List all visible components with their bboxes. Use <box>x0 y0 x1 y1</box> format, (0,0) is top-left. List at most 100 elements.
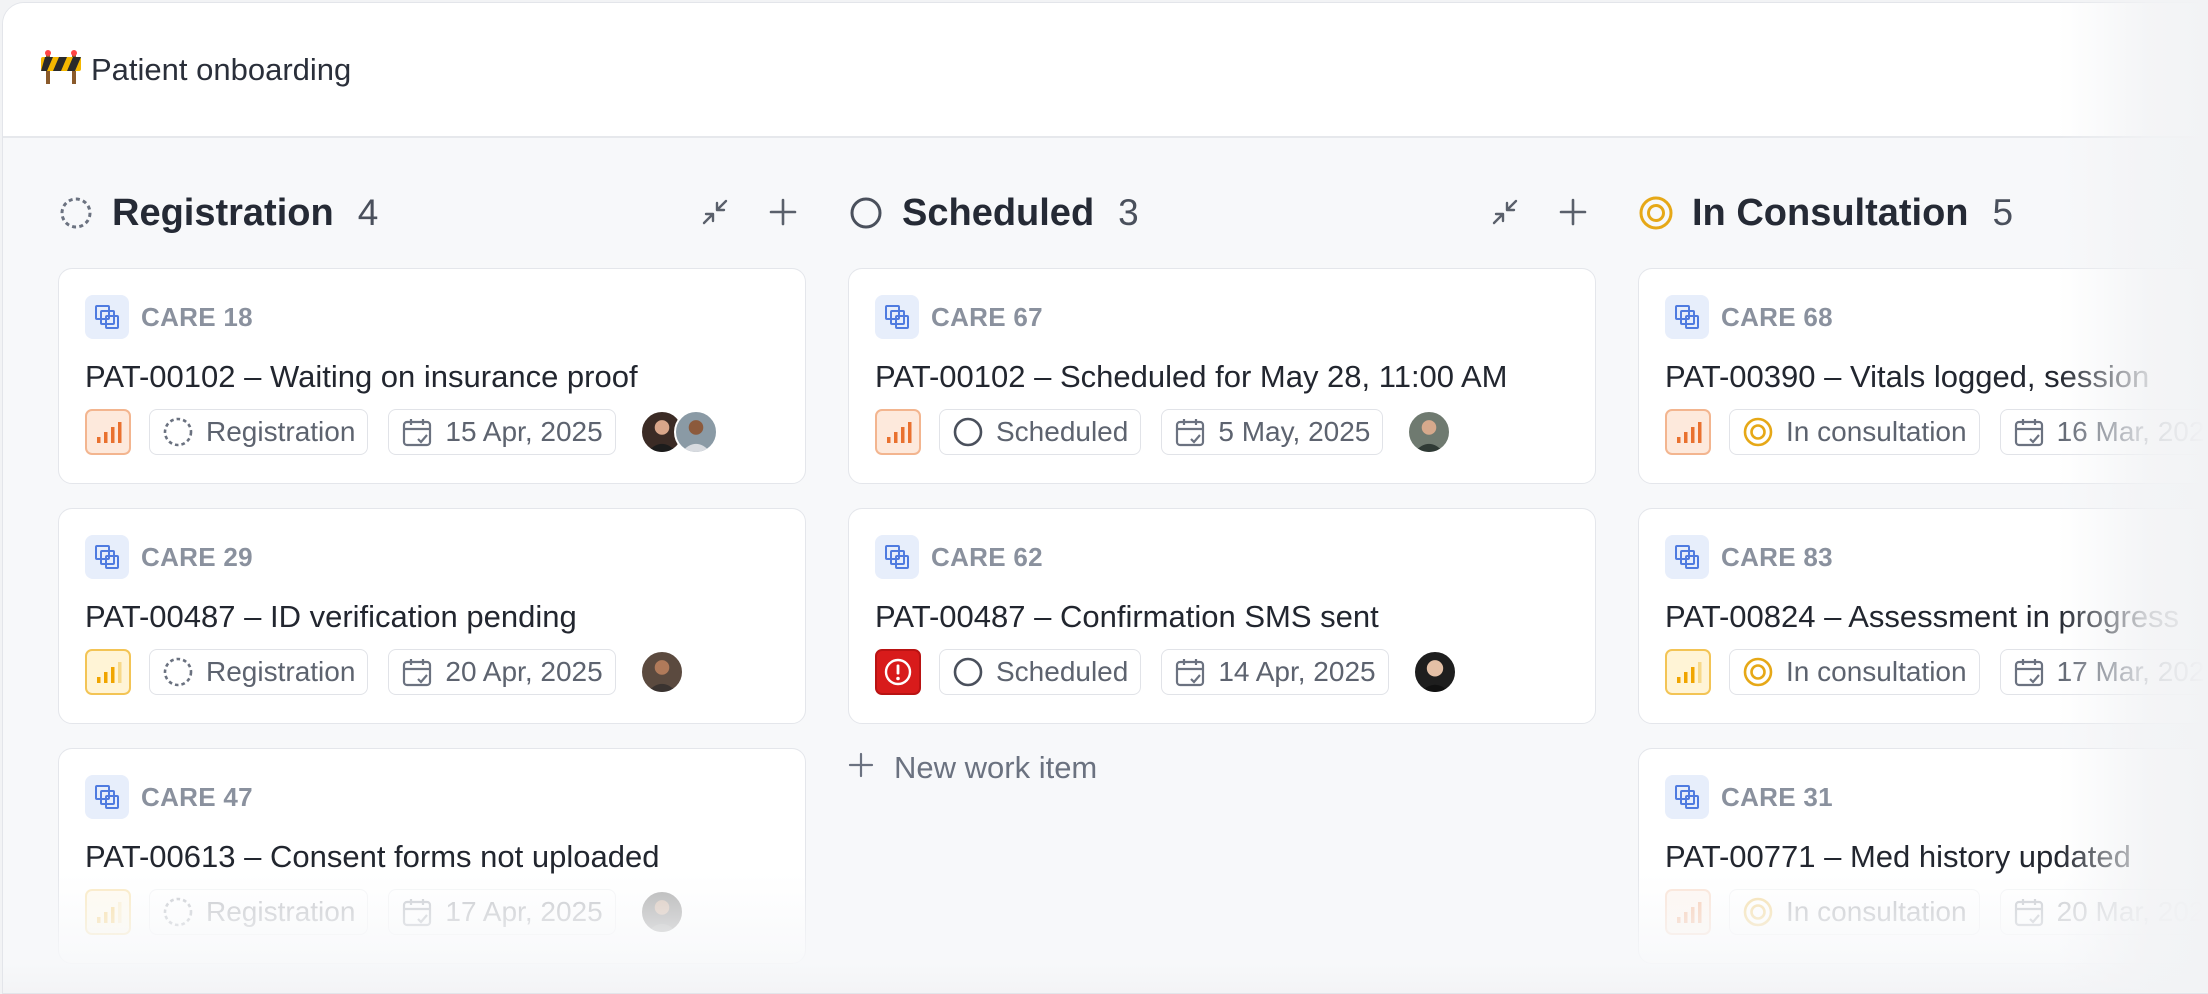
project-icon <box>1665 535 1709 579</box>
priority-high-icon[interactable] <box>1665 409 1711 455</box>
work-item-card[interactable]: CARE 29 PAT-00487 – ID verification pend… <box>58 508 806 724</box>
collapse-icon[interactable] <box>1490 192 1520 232</box>
circle-outline-icon <box>848 195 884 231</box>
circle-outline-icon <box>952 656 984 688</box>
state-chip[interactable]: Registration <box>149 409 369 455</box>
state-label: Scheduled <box>996 656 1129 687</box>
due-date-chip[interactable]: 20 Mar, 2025 <box>1999 889 2208 935</box>
due-date-chip[interactable]: 17 Mar, 2025 <box>1999 649 2208 695</box>
calendar-icon <box>401 896 433 928</box>
work-item-card[interactable]: CARE 47 PAT-00613 – Consent forms not up… <box>58 748 806 964</box>
state-chip[interactable]: Scheduled <box>939 649 1142 695</box>
state-label: Registration <box>206 416 356 447</box>
assignees[interactable] <box>1407 410 1452 454</box>
work-item-id: CARE 62 <box>931 541 1043 572</box>
work-item-card[interactable]: CARE 68 PAT-00390 – Vitals logged, sessi… <box>1638 268 2208 484</box>
work-item-title[interactable]: PAT-00390 – Vitals logged, session <box>1665 359 2208 395</box>
work-item-title[interactable]: PAT-00613 – Consent forms not uploaded <box>85 839 775 875</box>
dashed-circle-icon <box>162 416 194 448</box>
column-count: 3 <box>1118 192 1139 233</box>
due-date-label: 5 May, 2025 <box>1218 416 1371 447</box>
column-count: 4 <box>357 192 379 233</box>
work-item-id: CARE 31 <box>1721 781 1833 812</box>
assignees[interactable] <box>1412 650 1457 694</box>
column-header: Registration 4 <box>58 188 808 238</box>
priority-medium-icon[interactable] <box>85 889 131 935</box>
work-item-title[interactable]: PAT-00102 – Scheduled for May 28, 11:00 … <box>875 359 1555 395</box>
due-date-label: 17 Apr, 2025 <box>445 896 603 927</box>
circle-outline-icon <box>952 416 984 448</box>
priority-high-icon[interactable] <box>1665 889 1711 935</box>
calendar-icon <box>2013 656 2045 688</box>
work-item-title[interactable]: PAT-00487 – ID verification pending <box>85 599 775 635</box>
priority-urgent-icon[interactable] <box>875 649 921 695</box>
work-item-title[interactable]: PAT-00824 – Assessment in progress <box>1665 599 2208 635</box>
due-date-chip[interactable]: 16 Mar, 2025 <box>1999 409 2208 455</box>
due-date-label: 17 Mar, 2025 <box>2056 656 2208 687</box>
page-title: Patient onboarding <box>91 51 352 87</box>
state-label: Registration <box>206 656 356 687</box>
assignees[interactable] <box>639 410 718 454</box>
work-item-title[interactable]: PAT-00487 – Confirmation SMS sent <box>875 599 1565 635</box>
target-circle-icon <box>1742 896 1774 928</box>
target-circle-icon <box>1742 656 1774 688</box>
due-date-chip[interactable]: 20 Apr, 2025 <box>388 649 616 695</box>
add-icon[interactable] <box>1558 192 1588 232</box>
priority-medium-icon[interactable] <box>85 649 131 695</box>
state-label: In consultation <box>1786 896 1967 927</box>
work-item-card[interactable]: CARE 18 PAT-00102 – Waiting on insurance… <box>58 268 806 484</box>
project-icon <box>85 775 129 819</box>
work-item-card[interactable]: CARE 83 PAT-00824 – Assessment in progre… <box>1638 508 2208 724</box>
state-chip[interactable]: In consultation <box>1729 649 1980 695</box>
avatar <box>673 410 718 454</box>
target-circle-icon <box>1638 195 1674 231</box>
project-icon <box>85 535 129 579</box>
work-item-id: CARE 29 <box>141 541 253 572</box>
due-date-label: 20 Mar, 2025 <box>2056 896 2208 927</box>
calendar-icon <box>2013 896 2045 928</box>
assignees[interactable] <box>639 650 684 694</box>
header-bar: Patient onboarding <box>3 3 2208 138</box>
due-date-chip[interactable]: 5 May, 2025 <box>1161 409 1384 455</box>
state-chip[interactable]: Registration <box>149 649 369 695</box>
work-item-card[interactable]: CARE 62 PAT-00487 – Confirmation SMS sen… <box>848 508 1596 724</box>
state-chip[interactable]: In consultation <box>1729 409 1980 455</box>
state-chip[interactable]: Scheduled <box>939 409 1142 455</box>
due-date-chip[interactable]: 17 Apr, 2025 <box>388 889 616 935</box>
column-title: In Consultation <box>1692 191 1969 234</box>
new-work-item-button[interactable]: New work item <box>848 748 1097 787</box>
column-header: In Consultation 5 <box>1638 188 2208 238</box>
state-label: Registration <box>206 896 356 927</box>
due-date-chip[interactable]: 14 Apr, 2025 <box>1161 649 1389 695</box>
add-icon[interactable] <box>768 192 798 232</box>
construction-barrier-icon <box>41 49 81 91</box>
project-icon <box>1665 295 1709 339</box>
calendar-icon <box>1174 656 1206 688</box>
kanban-board: Registration 4 CARE 18 PAT-00102 – Waiti… <box>3 140 2208 993</box>
assignees[interactable] <box>639 890 684 934</box>
state-chip[interactable]: In consultation <box>1729 889 1980 935</box>
collapse-icon[interactable] <box>700 192 730 232</box>
dashed-circle-icon <box>162 896 194 928</box>
priority-high-icon[interactable] <box>85 409 131 455</box>
calendar-icon <box>1174 416 1206 448</box>
new-work-item-label: New work item <box>894 749 1098 785</box>
due-date-label: 16 Mar, 2025 <box>2056 416 2208 447</box>
app-window: Patient onboarding Registration 4 CARE 1… <box>2 2 2208 994</box>
work-item-id: CARE 83 <box>1721 541 1833 572</box>
due-date-chip[interactable]: 15 Apr, 2025 <box>388 409 616 455</box>
priority-high-icon[interactable] <box>875 409 921 455</box>
avatar <box>639 890 684 934</box>
work-item-title[interactable]: PAT-00102 – Waiting on insurance proof <box>85 359 775 395</box>
column-title: Registration <box>112 191 334 234</box>
work-item-card[interactable]: CARE 67 PAT-00102 – Scheduled for May 28… <box>848 268 1596 484</box>
state-chip[interactable]: Registration <box>149 889 369 935</box>
calendar-icon <box>401 656 433 688</box>
work-item-id: CARE 67 <box>931 301 1043 332</box>
column-count: 5 <box>1992 192 2014 233</box>
dashed-circle-icon <box>162 656 194 688</box>
work-item-card[interactable]: CARE 31 PAT-00771 – Med history updated … <box>1638 748 2208 964</box>
work-item-title[interactable]: PAT-00771 – Med history updated <box>1665 839 2208 875</box>
priority-medium-icon[interactable] <box>1665 649 1711 695</box>
project-icon <box>875 535 919 579</box>
